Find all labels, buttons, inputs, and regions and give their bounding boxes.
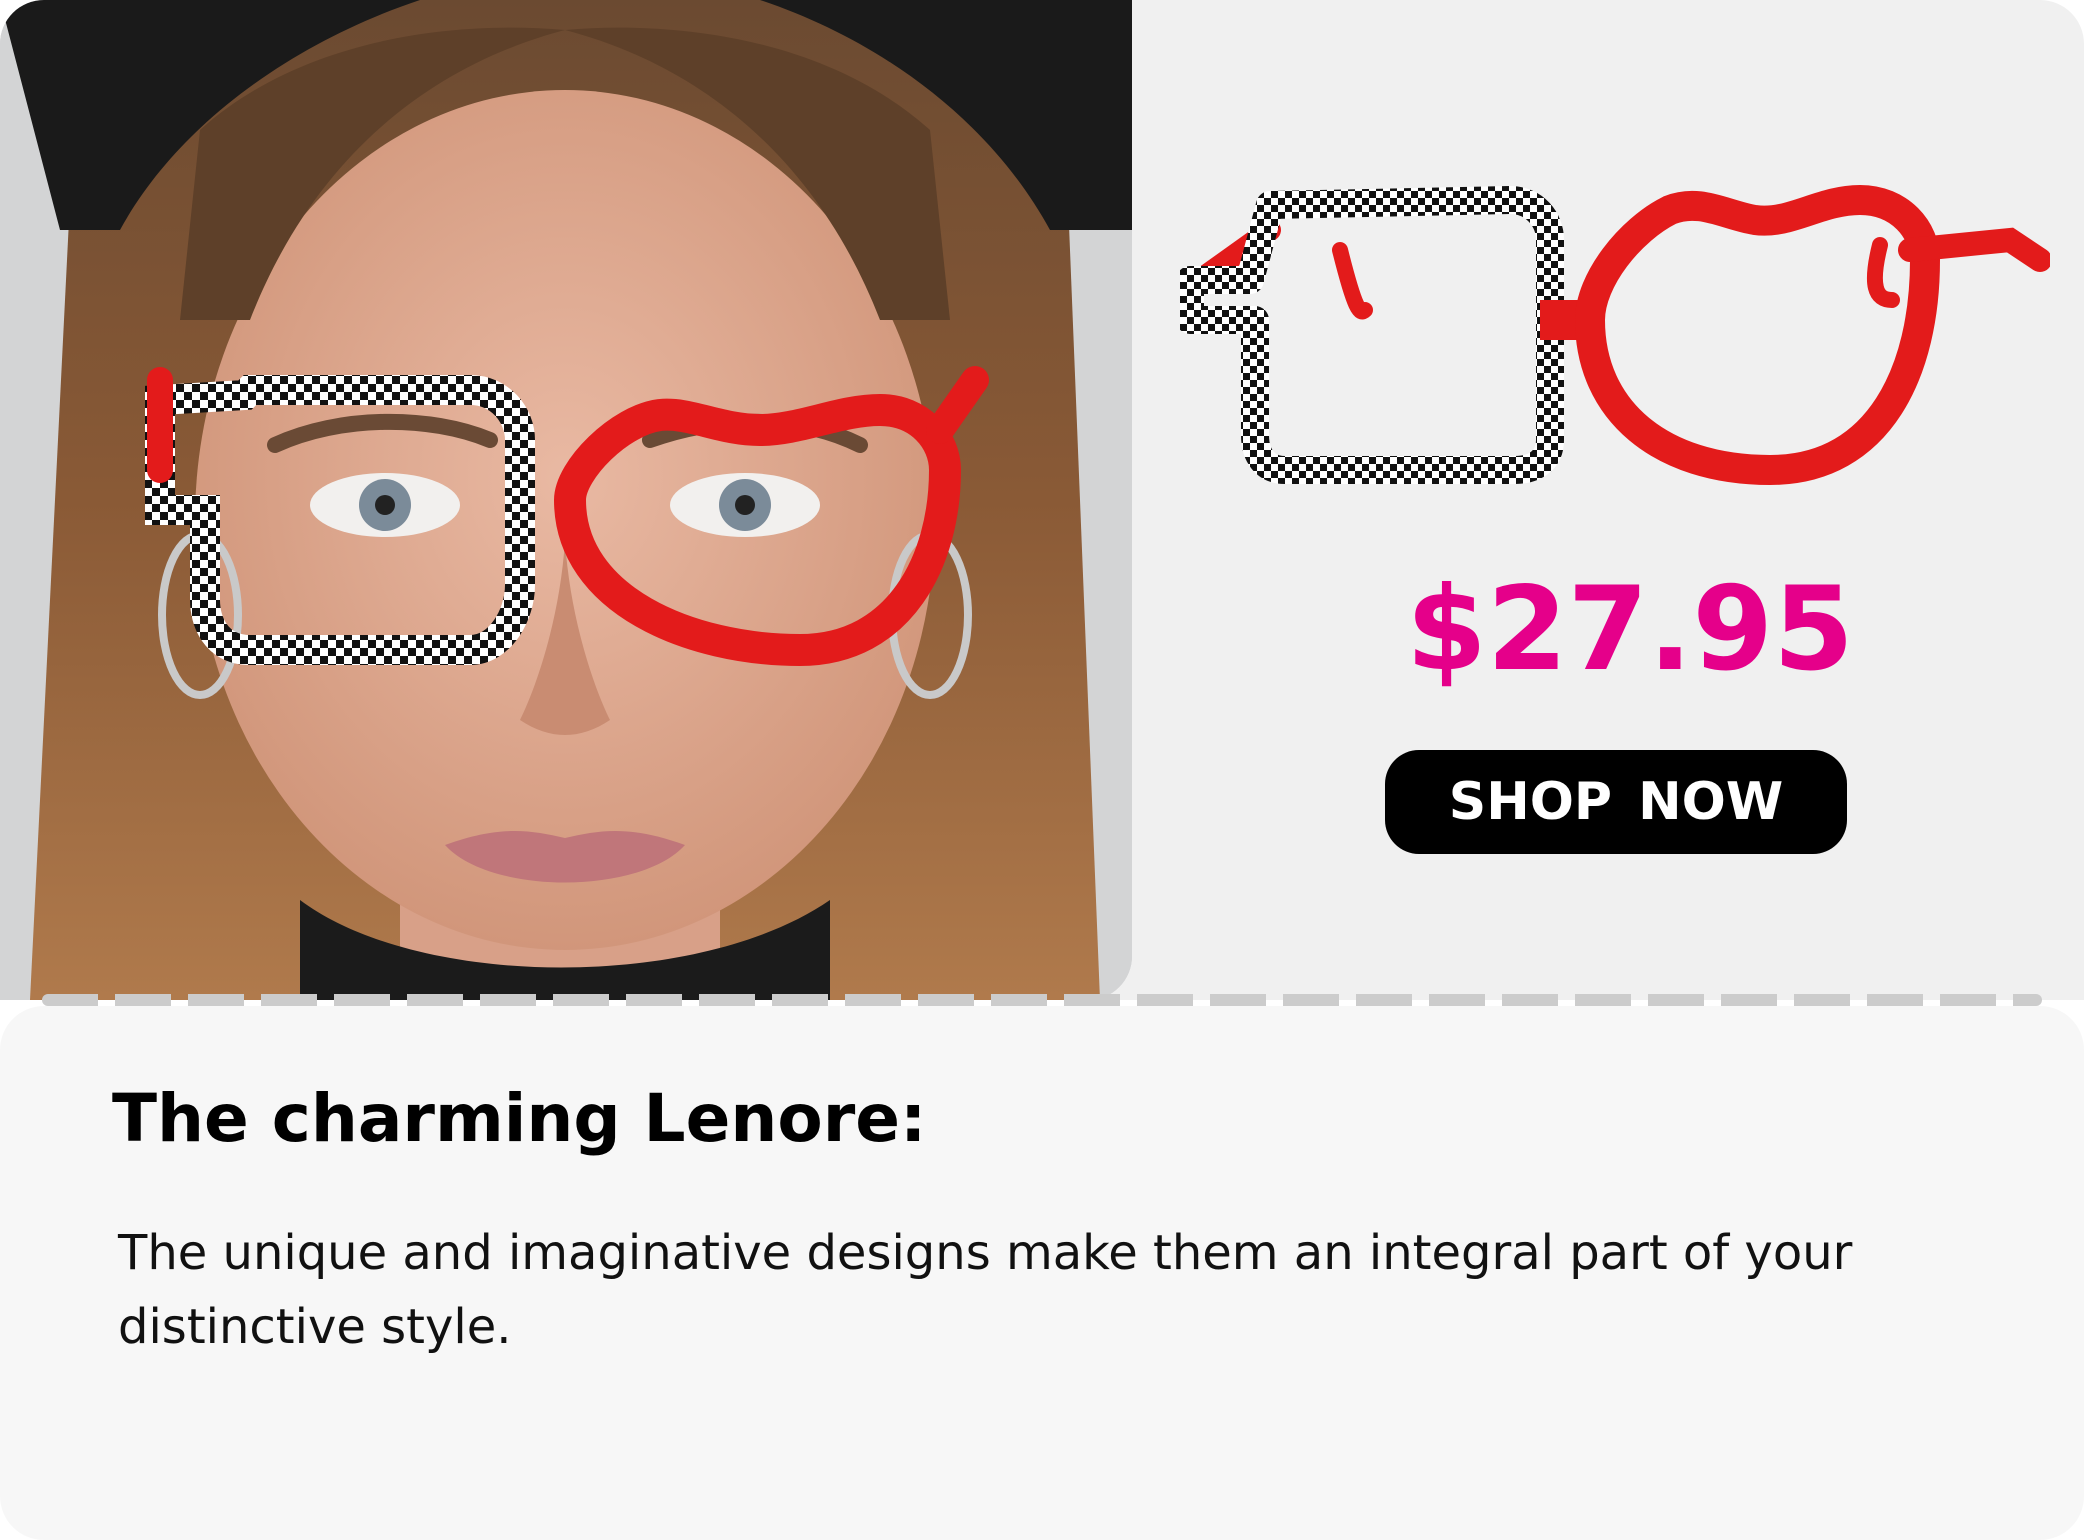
shop-now-button[interactable]: SHOP NOW: [1385, 750, 1847, 854]
product-card: $27.95 SHOP NOW The charming Lenore: The…: [0, 0, 2084, 1540]
product-description: The unique and imaginative designs make …: [118, 1225, 1853, 1355]
product-photo: [1176, 170, 2052, 500]
product-price: $27.95: [1406, 562, 1854, 697]
hero-panel: $27.95 SHOP NOW: [0, 0, 2084, 1000]
product-headline: The charming Lenore:: [112, 1080, 927, 1157]
dashed-divider: [42, 994, 2042, 1006]
model-photo: [0, 0, 1132, 1000]
